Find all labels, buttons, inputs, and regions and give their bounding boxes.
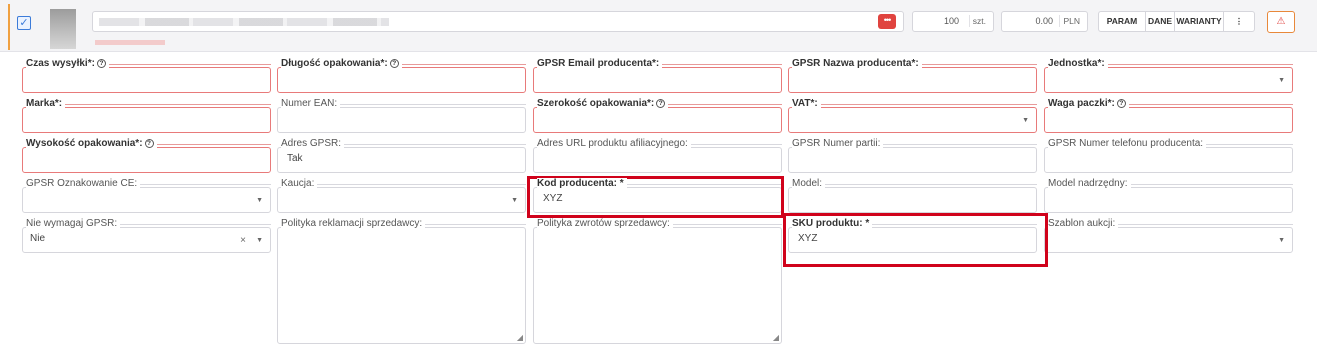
- clear-icon[interactable]: ×: [240, 235, 246, 246]
- help-icon[interactable]: ?: [1116, 99, 1126, 108]
- adres-gpsr-input[interactable]: [277, 147, 526, 173]
- chevron-down-icon[interactable]: ▼: [1278, 77, 1285, 84]
- szablon-aukcji-select[interactable]: [1044, 227, 1293, 253]
- product-thumbnail: [50, 9, 76, 49]
- polityka-zwrotow-textarea[interactable]: [533, 227, 782, 344]
- chevron-down-icon[interactable]: ▼: [256, 197, 263, 204]
- nie-wymagaj-gpsr-value: Nie: [30, 233, 46, 244]
- product-name-input[interactable]: [92, 11, 904, 32]
- wysokosc-opakowania-input[interactable]: [22, 147, 271, 173]
- resize-handle-icon[interactable]: ◢: [773, 333, 779, 342]
- adres-gpsr-value: Tak: [287, 153, 303, 164]
- adres-gpsr-label: Adres GPSR:: [281, 138, 345, 149]
- dlugosc-opakowania-input[interactable]: [277, 67, 526, 93]
- waga-paczki-input[interactable]: [1044, 107, 1293, 133]
- gpsr-ce-select[interactable]: [22, 187, 271, 213]
- currency-unit: PLN: [1059, 15, 1083, 27]
- vat-label: VAT*:: [792, 98, 821, 109]
- szerokosc-opakowania-input[interactable]: [533, 107, 782, 133]
- quantity-unit: szt.: [968, 15, 989, 27]
- gpsr-numer-partii-input[interactable]: [788, 147, 1037, 173]
- name-options-button[interactable]: •••: [878, 14, 896, 29]
- blurred-product-name: [99, 18, 389, 26]
- gpsr-nazwa-label: GPSR Nazwa producenta*:: [792, 58, 922, 69]
- price-field[interactable]: 0.00 PLN: [1001, 11, 1088, 32]
- help-icon[interactable]: ?: [96, 59, 106, 68]
- numer-ean-input[interactable]: [277, 107, 526, 133]
- szablon-aukcji-label: Szablon aukcji:: [1048, 218, 1119, 229]
- gpsr-email-input[interactable]: [533, 67, 782, 93]
- gpsr-telefon-input[interactable]: [1044, 147, 1293, 173]
- gpsr-numer-partii-label: GPSR Numer partii:: [792, 138, 884, 149]
- sku-produktu-label: SKU produktu: *: [792, 218, 873, 229]
- polityka-zwrotow-label: Polityka zwrotów sprzedawcy:: [537, 218, 673, 229]
- help-icon[interactable]: ?: [656, 99, 666, 108]
- chevron-down-icon[interactable]: ▼: [511, 197, 518, 204]
- model-nadrzedny-input[interactable]: [1044, 187, 1293, 213]
- kaucja-select[interactable]: [277, 187, 526, 213]
- numer-ean-label: Numer EAN:: [281, 98, 341, 109]
- help-icon[interactable]: ?: [144, 139, 154, 148]
- price-value: 0.00: [1035, 16, 1053, 26]
- chevron-down-icon[interactable]: ▼: [1278, 237, 1285, 244]
- gpsr-nazwa-input[interactable]: [788, 67, 1037, 93]
- marka-input[interactable]: [22, 107, 271, 133]
- warning-triangle-icon[interactable]: ⚠: [1267, 11, 1295, 33]
- blurred-subtitle: [95, 40, 165, 45]
- model-input[interactable]: [788, 187, 1037, 213]
- czas-wysylki-label: Czas wysyłki*:: [26, 58, 95, 69]
- czas-wysylki-input[interactable]: [22, 67, 271, 93]
- adres-url-label: Adres URL produktu afiliacyjnego:: [537, 138, 691, 149]
- polityka-reklamacji-textarea[interactable]: [277, 227, 526, 344]
- marka-label: Marka*:: [26, 98, 66, 109]
- resize-handle-icon[interactable]: ◢: [517, 333, 523, 342]
- nie-wymagaj-gpsr-label: Nie wymagaj GPSR:: [26, 218, 121, 229]
- szerokosc-opakowania-label: Szerokość opakowania*:: [537, 98, 655, 109]
- jednostka-select[interactable]: [1044, 67, 1293, 93]
- vat-select[interactable]: [788, 107, 1037, 133]
- vertical-dots-icon[interactable]: ⋮: [1223, 11, 1255, 32]
- help-icon[interactable]: ?: [389, 59, 399, 68]
- select-checkbox[interactable]: ✓: [17, 16, 31, 30]
- gpsr-email-label: GPSR Email producenta*:: [537, 58, 663, 69]
- waga-paczki-label: Waga paczki*:: [1048, 98, 1115, 109]
- chevron-down-icon[interactable]: ▼: [256, 237, 263, 244]
- adres-url-input[interactable]: [533, 147, 782, 173]
- gpsr-telefon-label: GPSR Numer telefonu producenta:: [1048, 138, 1207, 149]
- param-button[interactable]: PARAM: [1098, 11, 1146, 32]
- model-label: Model:: [792, 178, 826, 189]
- dane-button[interactable]: DANE: [1145, 11, 1175, 32]
- kod-producenta-label: Kod producenta: *: [537, 178, 627, 189]
- quantity-value: 100: [943, 16, 959, 26]
- wysokosc-opakowania-label: Wysokość opakowania*:: [26, 138, 143, 149]
- quantity-field[interactable]: 100 szt.: [912, 11, 994, 32]
- nie-wymagaj-gpsr-select[interactable]: [22, 227, 271, 253]
- kaucja-label: Kaucja:: [281, 178, 318, 189]
- jednostka-label: Jednostka*:: [1048, 58, 1108, 69]
- dlugosc-opakowania-label: Długość opakowania*:: [281, 58, 388, 69]
- model-nadrzedny-label: Model nadrzędny:: [1048, 178, 1131, 189]
- gpsr-ce-label: GPSR Oznakowanie CE:: [26, 178, 141, 189]
- product-row: ✓ ••• 100 szt. 0.00 PLN PARAM DANE WARIA…: [0, 0, 1317, 52]
- polityka-reklamacji-label: Polityka reklamacji sprzedawcy:: [281, 218, 426, 229]
- chevron-down-icon[interactable]: ▼: [1022, 117, 1029, 124]
- row-accent-bar: [8, 4, 10, 50]
- warianty-button[interactable]: WARIANTY: [1174, 11, 1224, 32]
